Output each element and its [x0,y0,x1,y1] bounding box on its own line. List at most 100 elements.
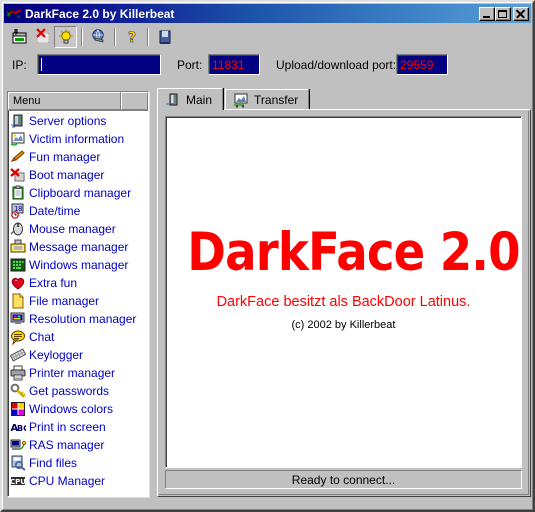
menu-list-header: Menu [8,92,148,111]
sidebar-item-label: Find files [29,456,78,470]
globe-icon[interactable] [87,26,110,48]
sidebar-item-boot-manager[interactable]: Boot manager [8,166,148,184]
transfer-tab-icon [234,93,248,108]
clock-icon: 1 8 [11,203,24,219]
sidebar-item-label: Victim information [29,132,125,146]
windows-icon [10,258,26,272]
sidebar-item-label: Chat [29,330,55,344]
help-icon[interactable]: ? [120,26,143,48]
sidebar-item-mouse-manager[interactable]: Mouse manager [8,220,148,238]
sidebar-item-clipboard-manager[interactable]: Clipboard manager [8,184,148,202]
keylogger-icon [10,348,26,362]
tab-transfer-label: Transfer [254,93,299,107]
ip-label: IP: [12,58,27,72]
svg-text:?: ? [127,30,135,46]
menu-column-header-extra[interactable] [121,92,148,110]
monitor-icon [10,312,25,324]
sidebar-item-resolution-manager[interactable]: Resolution manager [8,310,148,328]
ip-caret [41,58,42,71]
upload-download-port-input[interactable]: 29559 [396,54,448,75]
disconnect-icon[interactable] [31,26,54,48]
sidebar-item-extra-fun[interactable]: Extra fun [8,274,148,292]
sidebar-item-label: Printer manager [29,366,116,380]
connection-bar: IP: Port: 11831 Upload/download port: 29… [4,49,531,85]
tab-main-label: Main [186,92,213,107]
maximize-button[interactable] [495,6,511,21]
brand-title: DarkFace 2.0 [187,222,520,283]
sidebar-item-label: Message manager [29,240,129,254]
sidebar-item-printer-manager[interactable]: Printer manager [8,364,148,382]
minimize-button[interactable] [479,6,495,21]
sidebar-item-label: Mouse manager [29,222,116,236]
application-window: DarkFace 2.0 by Killerbeat ? IP: Port: 1… [0,0,535,512]
sidebar-item-print-in-screen[interactable]: A BC Print in screen [8,418,148,436]
sidebar-item-label: Extra fun [29,276,78,290]
sidebar-item-label: Fun manager [29,150,101,164]
close-button[interactable] [513,6,529,21]
status-message: Ready to connect... [291,472,396,487]
sidebar-item-label: Get passwords [29,384,110,398]
sidebar-item-date-time[interactable]: 1 8 Date/time [8,202,148,220]
sidebar-item-cpu-manager[interactable]: CPU CPU Manager [8,472,148,490]
boot-icon [10,168,25,182]
extra-fun-icon [11,277,25,290]
sidebar-item-windows-manager[interactable]: Windows manager [8,256,148,274]
sidebar-item-keylogger[interactable]: Keylogger [8,346,148,364]
file-icon [12,293,24,309]
message-icon [10,239,26,253]
find-files-icon [11,455,26,471]
upload-download-port-label: Upload/download port: [276,58,397,72]
title-bar[interactable]: DarkFace 2.0 by Killerbeat [4,4,531,23]
sidebar-item-label: Windows colors [29,402,114,416]
main-tab-icon [166,93,178,105]
chat-icon [11,330,25,345]
sidebar-item-label: File manager [29,294,100,308]
sidebar-item-ras-manager[interactable]: RAS manager [8,436,148,454]
sidebar-item-label: CPU Manager [29,474,106,488]
sidebar-item-label: Resolution manager [29,312,137,326]
port-input[interactable]: 11831 [208,54,260,75]
connect-icon[interactable] [8,26,31,48]
toolbar-separator-2 [114,27,116,46]
toolbar-separator-1 [81,27,83,46]
sidebar-item-label: Server options [29,114,107,128]
tab-strip: Main Transfer [157,88,531,110]
sidebar-item-server-options[interactable]: Server options [8,112,148,130]
main-white-area: DarkFace 2.0 DarkFace besitzt als BackDo… [165,116,522,468]
app-logo-icon [6,6,22,22]
sidebar-item-find-files[interactable]: Find files [8,454,148,472]
exit-icon[interactable] [153,26,176,48]
ip-input[interactable] [37,54,161,75]
tab-main[interactable]: Main [157,88,224,110]
port-label: Port: [177,58,203,72]
sidebar-item-label: Date/time [29,204,81,218]
status-bar: Ready to connect... [165,470,522,489]
copyright-text: (c) 2002 by Killerbeat [291,319,396,331]
sidebar-item-message-manager[interactable]: Message manager [8,238,148,256]
sidebar-item-windows-colors[interactable]: Windows colors [8,400,148,418]
sidebar-item-label: RAS manager [29,438,105,452]
menu-column-header[interactable]: Menu [8,92,121,110]
colors-icon [11,402,25,416]
svg-text:BC: BC [17,424,26,433]
victim-info-icon [10,132,25,146]
server-icon [11,114,23,128]
sidebar-item-fun-manager[interactable]: Fun manager [8,148,148,166]
lightbulb-icon[interactable] [54,25,77,48]
printer-icon [10,365,26,381]
brand-subtitle: DarkFace besitzt als BackDoor Latinus. [216,294,471,310]
fun-icon [10,150,25,163]
abc-icon: A BC [11,423,27,434]
tab-transfer[interactable]: Transfer [225,89,310,110]
sidebar-item-file-manager[interactable]: File manager [8,292,148,310]
menu-list-body: Server options Victim information Fun ma… [8,111,148,490]
sidebar-item-get-passwords[interactable]: Get passwords [8,382,148,400]
mouse-icon [10,222,23,236]
sidebar-item-victim-information[interactable]: Victim information [8,130,148,148]
sidebar-item-chat[interactable]: Chat [8,328,148,346]
toolbar-separator-3 [147,27,149,46]
window-title: DarkFace 2.0 by Killerbeat [25,6,175,21]
svg-text:8: 8 [18,205,22,213]
clipboard-icon [12,185,24,200]
sidebar-item-label: Keylogger [29,348,84,362]
